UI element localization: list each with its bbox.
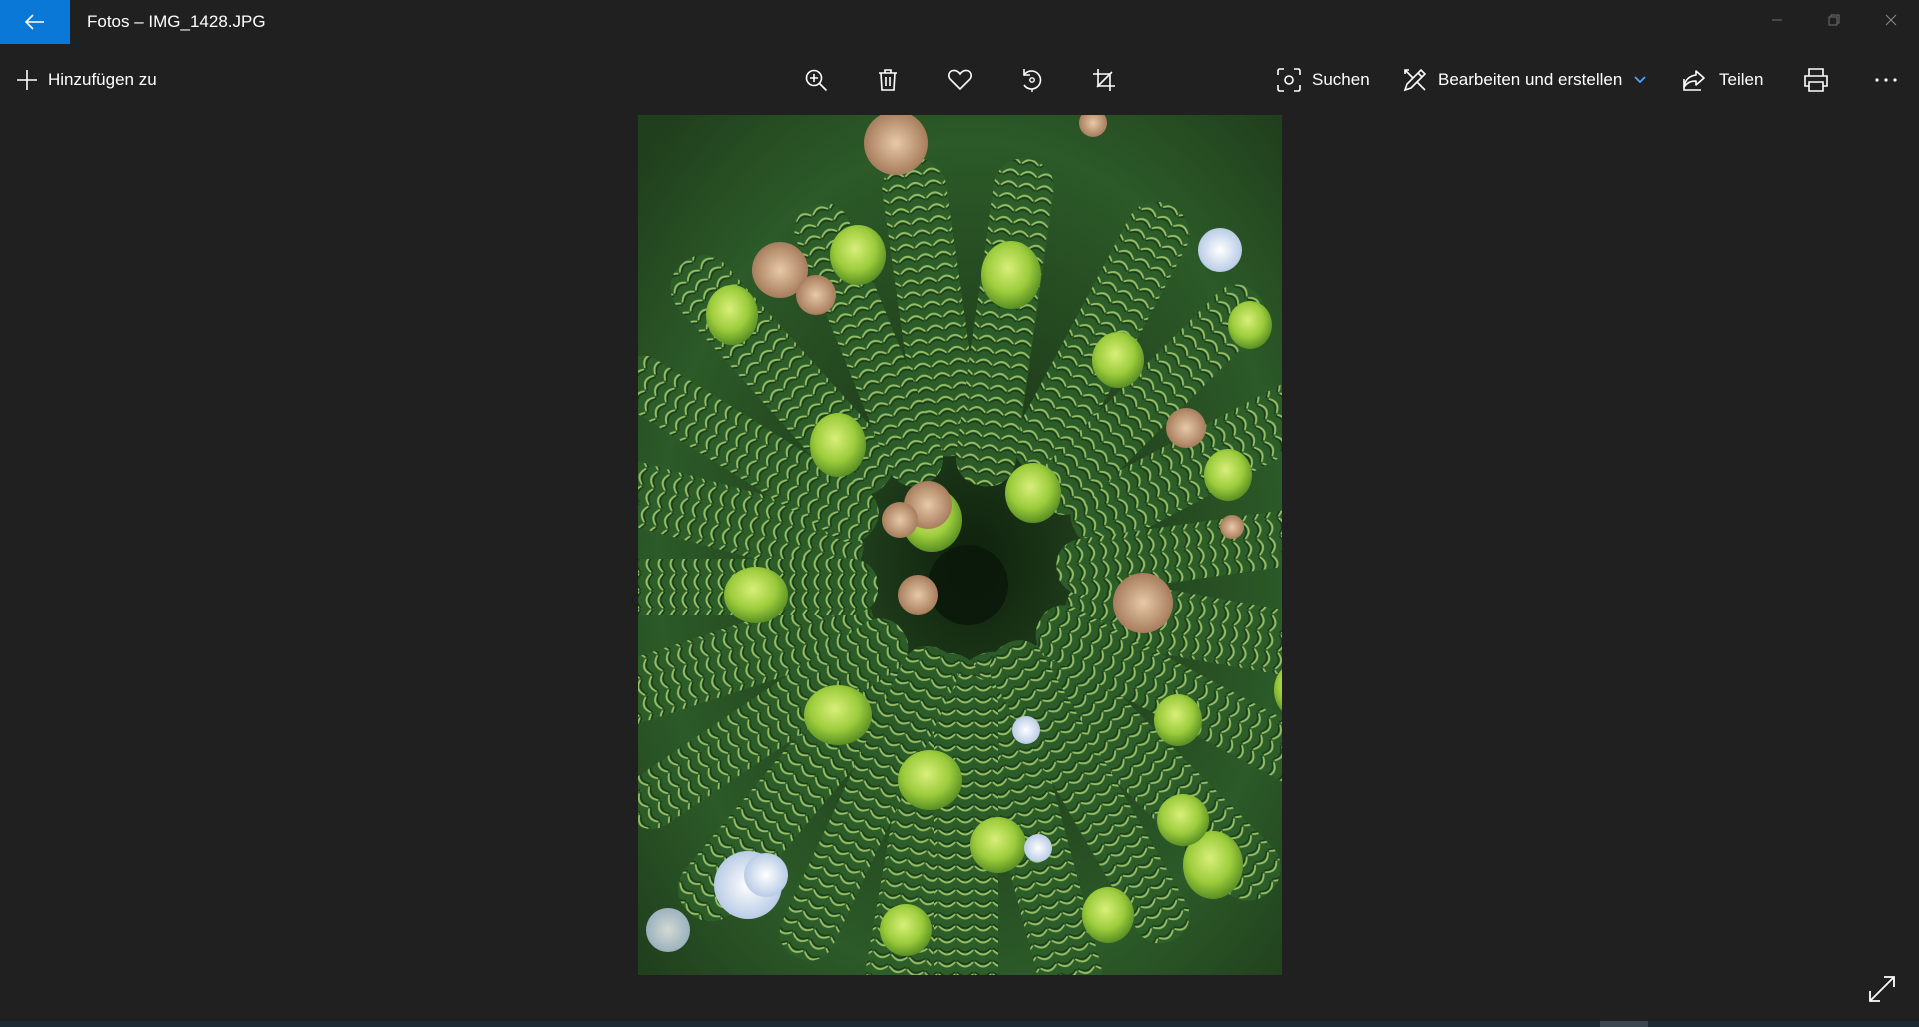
share-button[interactable]: Teilen	[1682, 56, 1763, 104]
edit-create-button[interactable]: Bearbeiten und erstellen	[1402, 56, 1646, 104]
rotate-icon	[1023, 69, 1042, 92]
back-button[interactable]	[0, 0, 70, 44]
crop-icon	[1093, 69, 1115, 91]
minimize-icon	[1771, 19, 1782, 21]
trash-icon	[879, 69, 897, 91]
minimize-button[interactable]	[1748, 0, 1805, 40]
favorite-button[interactable]	[936, 56, 984, 104]
add-to-label: Hinzufügen zu	[48, 70, 157, 89]
title-bar: Fotos – IMG_1428.JPG	[0, 0, 1919, 44]
heart-icon	[948, 69, 972, 91]
edit-create-label: Bearbeiten und erstellen	[1438, 70, 1623, 89]
window-title: Fotos – IMG_1428.JPG	[87, 12, 266, 31]
search-button[interactable]: Suchen	[1277, 56, 1370, 104]
close-icon	[1885, 14, 1896, 26]
crop-button[interactable]	[1080, 56, 1128, 104]
succulent-photo	[638, 115, 1282, 975]
printer-icon	[1804, 68, 1828, 92]
zoom-button[interactable]	[792, 56, 840, 104]
chevron-down-icon	[1634, 76, 1646, 84]
visual-search-icon	[1277, 68, 1301, 92]
photos-app-window: Fotos – IMG_1428.JPG Hinzufügen zu Suche…	[0, 0, 1919, 1027]
plus-icon	[17, 70, 37, 90]
zoom-in-icon	[805, 69, 828, 92]
filmstrip-bar	[0, 1021, 1919, 1027]
share-label: Teilen	[1719, 70, 1764, 89]
delete-button[interactable]	[864, 56, 912, 104]
fullscreen-expand-icon	[1869, 976, 1895, 1002]
arrow-left-icon	[25, 14, 44, 30]
edit-create-icon	[1403, 68, 1427, 92]
close-button[interactable]	[1862, 0, 1919, 40]
more-button[interactable]	[1862, 56, 1910, 104]
ellipsis-icon	[1875, 78, 1897, 82]
restore-icon	[1828, 14, 1839, 26]
photo-viewer-image[interactable]	[638, 115, 1282, 975]
print-button[interactable]	[1792, 56, 1840, 104]
window-controls	[1748, 0, 1919, 40]
command-bar: Hinzufügen zu Suchen Bearbeiten und erst…	[0, 56, 1919, 104]
add-to-button[interactable]: Hinzufügen zu	[16, 56, 157, 104]
share-icon	[1683, 70, 1705, 91]
filmstrip-thumb[interactable]	[1600, 1021, 1648, 1027]
restore-button[interactable]	[1805, 0, 1862, 40]
fullscreen-button[interactable]	[1859, 966, 1905, 1012]
search-label: Suchen	[1312, 70, 1370, 89]
rotate-button[interactable]	[1008, 56, 1056, 104]
